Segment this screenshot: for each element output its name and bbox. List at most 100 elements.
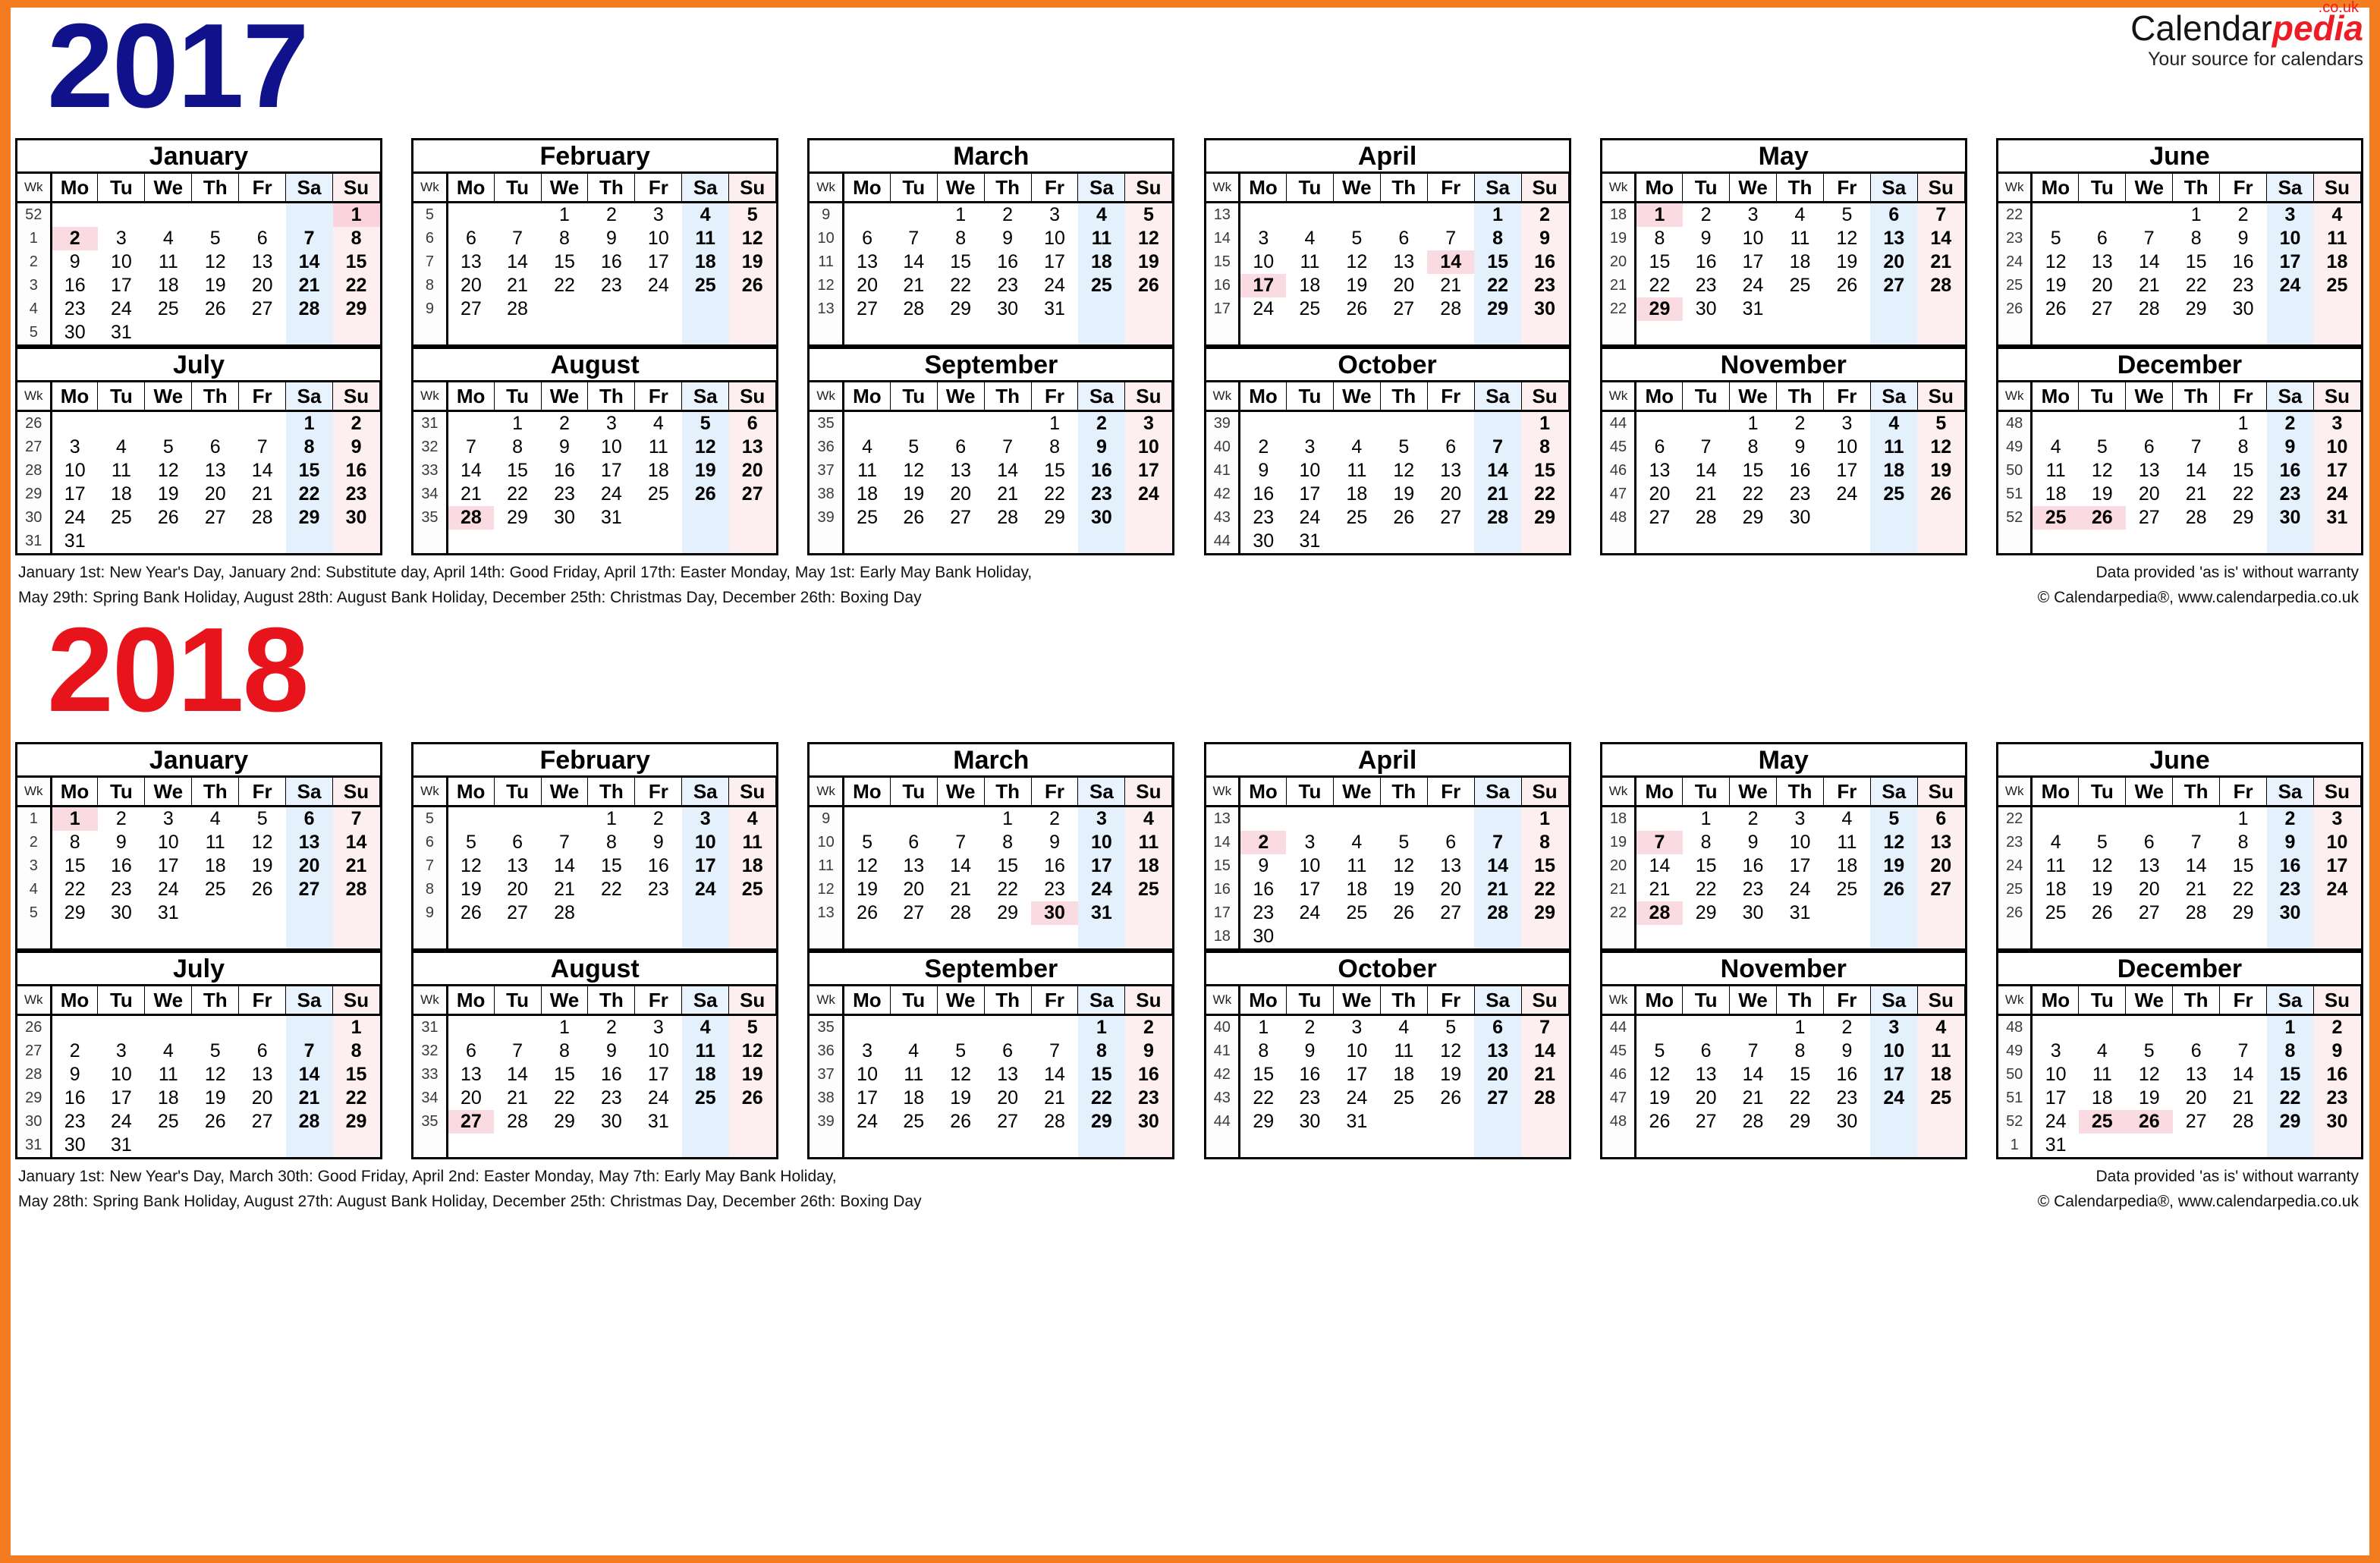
day-cell[interactable]: 30 [51, 321, 98, 344]
day-cell[interactable]: 19 [681, 459, 729, 483]
day-cell[interactable]: 14 [2173, 854, 2220, 878]
day-cell[interactable]: 13 [239, 1063, 286, 1087]
day-cell[interactable]: 30 [1683, 297, 1730, 321]
day-cell[interactable]: 5 [2032, 227, 2079, 250]
day-cell[interactable]: 20 [494, 878, 541, 901]
day-cell[interactable]: 7 [2126, 227, 2173, 250]
day-cell[interactable]: 28 [937, 901, 984, 925]
day-cell[interactable]: 3 [1333, 1015, 1380, 1040]
day-cell[interactable]: 23 [1077, 483, 1125, 506]
day-cell[interactable]: 28 [1683, 506, 1730, 530]
day-cell[interactable]: 6 [447, 227, 494, 250]
day-cell[interactable]: 18 [2079, 1087, 2126, 1110]
day-cell[interactable]: 16 [588, 1063, 635, 1087]
day-cell[interactable]: 15 [984, 854, 1031, 878]
day-cell[interactable]: 18 [2032, 483, 2079, 506]
day-cell[interactable]: 9 [2313, 1039, 2361, 1063]
day-cell[interactable]: 10 [1823, 436, 1870, 459]
day-cell[interactable]: 1 [285, 410, 333, 436]
day-cell[interactable]: 21 [1427, 274, 1474, 297]
day-cell[interactable]: 24 [1286, 506, 1333, 530]
day-cell[interactable]: 16 [541, 459, 588, 483]
day-cell[interactable]: 14 [1427, 250, 1475, 274]
day-cell[interactable]: 4 [1917, 1014, 1965, 1039]
day-cell[interactable]: 13 [1380, 250, 1427, 274]
day-cell[interactable]: 5 [2079, 436, 2126, 459]
day-cell[interactable]: 25 [1286, 297, 1333, 321]
day-cell[interactable]: 8 [984, 831, 1031, 854]
day-cell[interactable]: 11 [728, 831, 776, 854]
calendarpedia-logo[interactable]: Calendarpedia .co.uk Your source for cale… [2130, 0, 2363, 69]
day-cell[interactable]: 15 [1636, 250, 1683, 274]
day-cell[interactable]: 27 [239, 297, 286, 321]
day-cell[interactable]: 19 [1124, 250, 1172, 274]
day-cell[interactable]: 4 [681, 1014, 729, 1039]
day-cell[interactable]: 12 [843, 854, 890, 878]
day-cell[interactable]: 15 [2220, 459, 2267, 483]
day-cell[interactable]: 25 [145, 297, 192, 321]
day-cell[interactable]: 23 [1730, 878, 1777, 901]
day-cell[interactable]: 23 [984, 274, 1031, 297]
day-cell[interactable]: 4 [728, 806, 776, 831]
day-cell[interactable]: 6 [937, 436, 984, 459]
day-cell[interactable]: 1 [1635, 202, 1683, 227]
day-cell[interactable]: 13 [2126, 854, 2173, 878]
day-cell[interactable]: 15 [1777, 1063, 1824, 1087]
day-cell[interactable]: 16 [1286, 1063, 1333, 1087]
day-cell[interactable]: 7 [1474, 436, 1522, 459]
day-cell[interactable]: 11 [1124, 831, 1172, 854]
day-cell[interactable]: 29 [1730, 506, 1777, 530]
day-cell[interactable]: 1 [494, 411, 541, 436]
day-cell[interactable]: 16 [635, 854, 682, 878]
day-cell[interactable]: 29 [541, 1110, 588, 1134]
day-cell[interactable]: 5 [1380, 831, 1427, 854]
day-cell[interactable]: 15 [332, 1063, 380, 1087]
day-cell[interactable]: 25 [728, 878, 776, 901]
day-cell[interactable]: 21 [1730, 1087, 1777, 1110]
day-cell[interactable]: 26 [1124, 274, 1172, 297]
day-cell[interactable]: 19 [145, 483, 192, 506]
day-cell[interactable]: 10 [1240, 250, 1287, 274]
day-cell[interactable]: 12 [1380, 459, 1427, 483]
day-cell[interactable]: 18 [1333, 878, 1380, 901]
day-cell[interactable]: 18 [192, 854, 239, 878]
day-cell[interactable]: 8 [588, 831, 635, 854]
day-cell[interactable]: 3 [588, 411, 635, 436]
day-cell[interactable]: 25 [681, 1087, 729, 1110]
day-cell[interactable]: 12 [192, 1063, 239, 1087]
day-cell[interactable]: 21 [937, 878, 984, 901]
day-cell[interactable]: 18 [1077, 250, 1125, 274]
day-cell[interactable]: 21 [890, 274, 937, 297]
day-cell[interactable]: 3 [2266, 202, 2314, 227]
day-cell[interactable]: 24 [2313, 483, 2361, 506]
day-cell[interactable]: 13 [447, 1063, 494, 1087]
day-cell[interactable]: 22 [2173, 274, 2220, 297]
day-cell[interactable]: 28 [285, 1110, 333, 1134]
day-cell[interactable]: 5 [728, 1014, 776, 1039]
day-cell[interactable]: 14 [1474, 459, 1522, 483]
day-cell[interactable]: 21 [1683, 483, 1730, 506]
day-cell[interactable]: 17 [2032, 1087, 2079, 1110]
day-cell[interactable]: 4 [1333, 436, 1380, 459]
day-cell[interactable]: 11 [1286, 250, 1333, 274]
day-cell[interactable]: 11 [635, 436, 682, 459]
day-cell[interactable]: 25 [681, 274, 729, 297]
day-cell[interactable]: 20 [2126, 878, 2173, 901]
day-cell[interactable]: 7 [1635, 831, 1683, 854]
day-cell[interactable]: 19 [2079, 483, 2126, 506]
day-cell[interactable]: 12 [728, 1039, 776, 1063]
day-cell[interactable]: 3 [1240, 227, 1287, 250]
day-cell[interactable]: 19 [1380, 878, 1427, 901]
day-cell[interactable]: 6 [984, 1039, 1031, 1063]
day-cell[interactable]: 11 [2313, 227, 2361, 250]
day-cell[interactable]: 15 [1077, 1063, 1125, 1087]
day-cell[interactable]: 1 [332, 202, 380, 227]
day-cell[interactable]: 26 [2032, 297, 2079, 321]
day-cell[interactable]: 1 [1521, 806, 1569, 831]
day-cell[interactable]: 6 [1917, 806, 1965, 831]
day-cell[interactable]: 18 [98, 483, 145, 506]
day-cell[interactable]: 12 [447, 854, 494, 878]
day-cell[interactable]: 9 [635, 831, 682, 854]
day-cell[interactable]: 27 [843, 297, 890, 321]
day-cell[interactable]: 14 [2220, 1063, 2267, 1087]
